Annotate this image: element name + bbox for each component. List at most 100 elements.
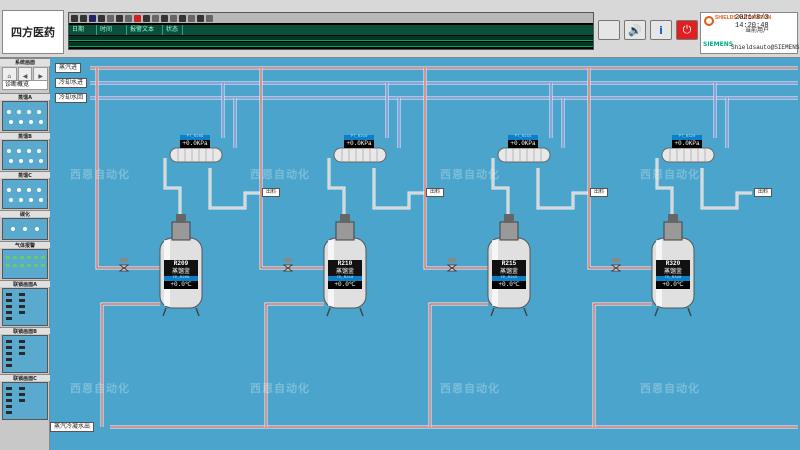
- sort-icon[interactable]: [107, 14, 114, 22]
- watermark: 西恩自动化: [440, 168, 500, 181]
- settings-icon[interactable]: [125, 14, 132, 22]
- condenser-pressure-value: +0.0KPa: [672, 140, 702, 148]
- top-bar: 四方医药 日期 时间 报警文本 状态 🔊 i ⏻ SHIELDS AUTOMAT…: [0, 0, 800, 58]
- reactor-status: 蒸馏釜: [492, 268, 526, 276]
- reactor-temp-value: +0.0℃: [328, 281, 362, 289]
- alarm-row[interactable]: [69, 42, 593, 47]
- watermark: 西恩自动化: [250, 382, 310, 395]
- reactor-units: [95, 68, 752, 427]
- sidebar-title: 系统画面: [0, 58, 50, 66]
- lock-icon[interactable]: [170, 14, 177, 22]
- distillate-pipe: [700, 168, 752, 210]
- reactor-name: R320: [656, 260, 690, 268]
- watermark: 西恩自动化: [250, 168, 310, 181]
- alarm-toolbar: [69, 13, 593, 23]
- condensate-drain-pipe: [264, 302, 324, 427]
- thumb-gas-alarm[interactable]: [2, 249, 48, 279]
- footer-text: Shieldsauto@SIEMENS: [731, 44, 800, 51]
- grid-icon[interactable]: [80, 14, 87, 22]
- clock-icon[interactable]: [206, 14, 213, 22]
- export-icon[interactable]: [197, 14, 204, 22]
- reactor-temp-value: +0.0℃: [164, 281, 198, 289]
- condensate-drain-pipe: [100, 302, 160, 427]
- valve-actuator-icon: [120, 258, 128, 262]
- condenser-pressure-value: +0.0KPa: [508, 140, 538, 148]
- agitator-motor-icon: [499, 221, 519, 241]
- distillate-pipe: [372, 168, 424, 210]
- reactor-name: R209: [164, 260, 198, 268]
- watermark: 西恩自动化: [70, 382, 130, 395]
- reactor-name: R215: [492, 260, 526, 268]
- alarm-panel[interactable]: 日期 时间 报警文本 状态: [68, 12, 594, 50]
- shields-logo-icon: [704, 16, 714, 26]
- sidebar-section-distill-b[interactable]: 蒸馏B: [0, 132, 50, 140]
- cooling-water-out-label: 冷却水回: [55, 93, 88, 103]
- ack-all-icon[interactable]: [161, 14, 168, 22]
- steam-condensate-out-label: 蒸汽冷凝水出: [50, 422, 95, 432]
- info-icon[interactable]: i: [650, 20, 672, 40]
- condensate-drain-pipe: [428, 302, 488, 427]
- agitator-motor-icon: [335, 221, 355, 241]
- thumb-carbonization[interactable]: [2, 218, 48, 240]
- watermark: 西恩自动化: [640, 168, 700, 181]
- reactor-temp-value: +0.0℃: [656, 281, 690, 289]
- alarm-icon[interactable]: [134, 14, 141, 22]
- sidebar-section-interlock-c[interactable]: 联锁画面C: [0, 374, 50, 382]
- condensate-drain-pipe: [592, 302, 652, 427]
- app-title: 四方医药: [2, 10, 64, 54]
- sound-icon[interactable]: 🔊: [624, 20, 646, 40]
- outlet-label: 出料: [426, 188, 445, 197]
- sidebar-section-gas-alarm[interactable]: 气体报警: [0, 241, 50, 249]
- acknowledge-icon[interactable]: [152, 14, 159, 22]
- sidebar-section-distill-c[interactable]: 蒸馏C: [0, 171, 50, 179]
- reactor-status: 蒸馏釜: [328, 268, 362, 276]
- reactor-name: R210: [328, 260, 362, 268]
- distillate-pipe: [536, 168, 588, 210]
- siemens-logo: SIEMENS: [703, 41, 734, 48]
- condenser-pressure-value: +0.0KPa: [344, 140, 374, 148]
- sidebar-section-interlock-b[interactable]: 联锁画面B: [0, 327, 50, 335]
- current-user[interactable]: 当前用户: [745, 25, 769, 34]
- outlet-label: 出料: [590, 188, 609, 197]
- refresh-icon[interactable]: [188, 14, 195, 22]
- blank-button[interactable]: [598, 20, 620, 40]
- valve-actuator-icon: [448, 258, 456, 262]
- valve-actuator-icon: [284, 258, 292, 262]
- alarm-list-icon[interactable]: [71, 14, 78, 22]
- thumb-distill-c[interactable]: [2, 179, 48, 209]
- thumb-interlock-c[interactable]: [2, 382, 48, 420]
- power-icon[interactable]: ⏻: [676, 20, 698, 40]
- thumb-interlock-a[interactable]: [2, 288, 48, 326]
- alarm-row[interactable]: [69, 36, 593, 41]
- sidebar-section-carbonization[interactable]: 碳化: [0, 210, 50, 218]
- sidebar-section-interlock-a[interactable]: 联锁画面A: [0, 280, 50, 288]
- print-icon[interactable]: [143, 14, 150, 22]
- watermark: 西恩自动化: [640, 382, 700, 395]
- table-icon[interactable]: [89, 14, 96, 22]
- alarm-table-header: 日期 时间 报警文本 状态: [69, 25, 593, 35]
- reactor-status: 蒸馏釜: [656, 268, 690, 276]
- thumb-interlock-b[interactable]: [2, 335, 48, 373]
- alarm-col-text: 报警文本: [127, 25, 163, 35]
- agitator-motor-icon: [663, 221, 683, 241]
- alarm-col-time: 时间: [97, 25, 127, 35]
- steam-in-label: 蒸汽进: [55, 63, 82, 73]
- alarm-col-status: 状态: [163, 25, 183, 35]
- sidebar-section-distill-a[interactable]: 蒸馏A: [0, 93, 50, 101]
- valve-actuator-icon: [612, 258, 620, 262]
- filter-icon[interactable]: [98, 14, 105, 22]
- diagnostics-overview-button[interactable]: 诊断概览: [2, 80, 48, 90]
- alarm-col-date: 日期: [69, 25, 97, 35]
- cooling-water-in-label: 冷却水进: [55, 78, 88, 88]
- sidebar: 系统画面 ⌂ ◀ ▶ 诊断概览 蒸馏A 蒸馏B 蒸馏C 碳化 气体报警 联锁画面…: [0, 58, 50, 450]
- help-icon[interactable]: [179, 14, 186, 22]
- reactor-temp-value: +0.0℃: [492, 281, 526, 289]
- agitator-motor-icon: [171, 221, 191, 241]
- thumb-distill-b[interactable]: [2, 140, 48, 170]
- watermark: 西恩自动化: [70, 168, 130, 181]
- list-icon[interactable]: [116, 14, 123, 22]
- condenser-pressure-value: +0.0KPa: [180, 140, 210, 148]
- outlet-label: 出料: [262, 188, 281, 197]
- info-box: SHIELDS AUTOMATION 2021/8/3 14:20:48 当前用…: [700, 12, 800, 54]
- thumb-distill-a[interactable]: [2, 101, 48, 131]
